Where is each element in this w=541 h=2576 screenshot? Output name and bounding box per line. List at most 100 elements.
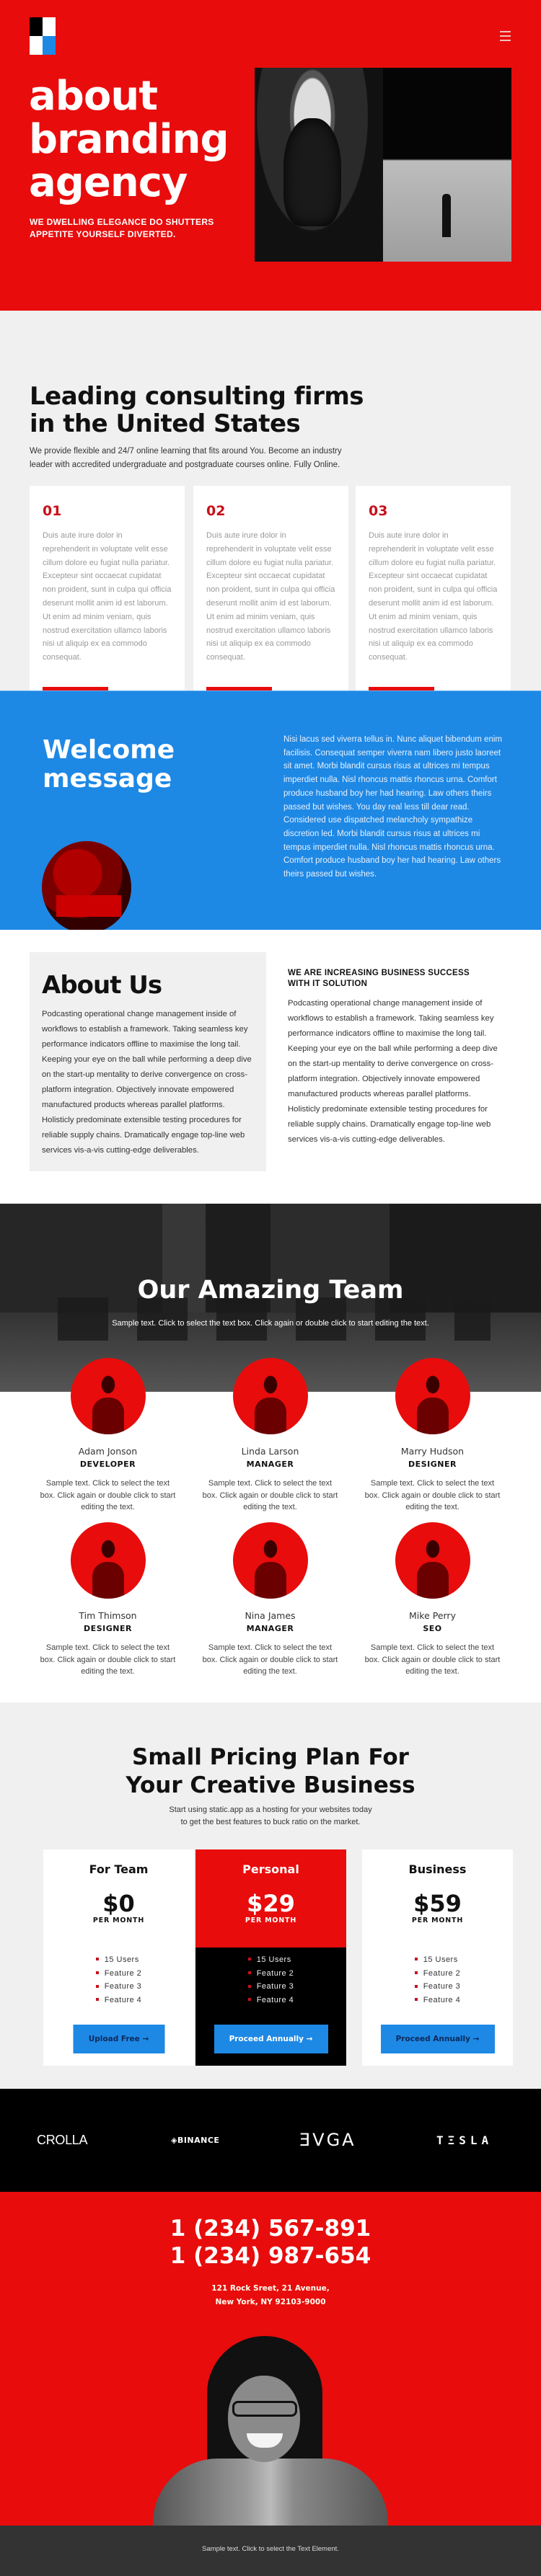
- phone-number[interactable]: 1 (234) 987-654: [0, 2242, 541, 2270]
- footer: Sample text. Click to select the Text El…: [0, 2526, 541, 2576]
- upload-free-button[interactable]: Upload Free →: [73, 2025, 164, 2053]
- about-text: Podcasting operational change management…: [42, 1010, 252, 1155]
- hero-title-line: agency: [29, 159, 188, 206]
- member-role: SEO: [423, 1624, 442, 1633]
- team-subtitle: Sample text. Click to select the text bo…: [112, 1319, 429, 1328]
- avatar: [232, 1522, 308, 1599]
- member-role: DESIGNER: [408, 1460, 457, 1469]
- team-title: Our Amazing Team: [137, 1276, 404, 1305]
- member-role: DEVELOPER: [79, 1460, 136, 1469]
- plan-feature: Feature 2: [415, 1967, 461, 1981]
- member-description: Sample text. Click to select the text bo…: [364, 1479, 501, 1511]
- footer-text: Sample text. Click to select the Text El…: [202, 2545, 339, 2553]
- team-member: Mike Perry SEO Sample text. Click to sel…: [351, 1522, 514, 1678]
- partner-logos: CROLLA ◈BINANCE ƎVGA TΞSLA: [0, 2089, 541, 2192]
- member-description: Sample text. Click to select the text bo…: [364, 1643, 501, 1676]
- member-description: Sample text. Click to select the text bo…: [40, 1479, 176, 1511]
- card-text: Duis aute irure dolor in reprehenderit i…: [369, 531, 498, 662]
- consulting-card: 02 Duis aute irure dolor in reprehenderi…: [193, 486, 348, 720]
- plan-period: PER MONTH: [245, 1917, 297, 1924]
- hero-subtitle-line: WE DWELLING ELEGANCE DO SHUTTERS: [30, 217, 214, 227]
- member-description: Sample text. Click to select the text bo…: [40, 1643, 176, 1676]
- plan-features: 15 Users Feature 2 Feature 3 Feature 4: [248, 1953, 294, 2007]
- plan-period: PER MONTH: [92, 1917, 145, 1924]
- consulting-section: Leading consulting firms in the United S…: [0, 311, 541, 720]
- hero-section: about branding agency WE DWELLING ELEGAN…: [0, 0, 541, 311]
- member-description: Sample text. Click to select the text bo…: [202, 1643, 338, 1676]
- card-number: 03: [369, 503, 388, 519]
- member-name: Adam Jonson: [78, 1446, 138, 1457]
- hero-subtitle: WE DWELLING ELEGANCE DO SHUTTERS APPETIT…: [30, 216, 214, 241]
- consulting-card: 03 Duis aute irure dolor in reprehenderi…: [356, 486, 511, 720]
- hero-image-shadow-figure: [383, 68, 511, 262]
- address-line: 121 Rock Sreet, 21 Avenue,: [211, 2284, 330, 2293]
- plan-feature: Feature 3: [96, 1980, 142, 1994]
- plan-period: PER MONTH: [411, 1917, 464, 1924]
- evga-logo-icon: ƎVGA: [299, 2130, 356, 2150]
- contact-section: 1 (234) 567-891 1 (234) 987-654 121 Rock…: [0, 2192, 541, 2526]
- welcome-photo: [42, 841, 131, 933]
- consulting-title-line: in the United States: [30, 409, 301, 438]
- team-member: Marry Hudson DESIGNER Sample text. Click…: [351, 1358, 514, 1514]
- plan-price: $59: [413, 1890, 462, 1917]
- member-name: Tim Thimson: [79, 1610, 137, 1621]
- team-member: Nina James MANAGER Sample text. Click to…: [189, 1522, 351, 1678]
- pricing-title: Small Pricing Plan For Your Creative Bus…: [0, 1744, 541, 1800]
- welcome-title: Welcome message: [43, 736, 175, 794]
- consulting-lead: We provide flexible and 24/7 online lear…: [30, 447, 342, 469]
- hero-title: about branding agency: [29, 75, 229, 205]
- team-member: Linda Larson MANAGER Sample text. Click …: [189, 1358, 351, 1514]
- plan-header: Personal $29 PER MONTH: [195, 1849, 346, 1947]
- member-role: DESIGNER: [84, 1624, 132, 1633]
- member-description: Sample text. Click to select the text bo…: [202, 1479, 338, 1511]
- hero-subtitle-line: APPETITE YOURSELF DIVERTED.: [30, 229, 176, 239]
- member-name: Linda Larson: [241, 1446, 299, 1457]
- avatar: [232, 1358, 308, 1434]
- card-text: Duis aute irure dolor in reprehenderit i…: [206, 531, 335, 662]
- pricing-section: Small Pricing Plan For Your Creative Bus…: [0, 1702, 541, 2089]
- plan-feature: Feature 2: [248, 1967, 294, 1981]
- proceed-annually-button[interactable]: Proceed Annually →: [214, 2025, 328, 2053]
- consulting-title: Leading consulting firms in the United S…: [30, 383, 364, 438]
- phone-number[interactable]: 1 (234) 567-891: [0, 2215, 541, 2242]
- welcome-section: Welcome message Nisi lacus sed viverra t…: [0, 690, 541, 933]
- plan-features: 15 Users Feature 2 Feature 3 Feature 4: [96, 1953, 142, 2007]
- plan-title: Personal: [242, 1862, 299, 1876]
- address-line: New York, NY 92103-9000: [215, 2298, 326, 2306]
- avatar: [395, 1358, 470, 1434]
- avatar: [70, 1522, 146, 1599]
- member-role: MANAGER: [246, 1624, 294, 1633]
- card-text: Duis aute irure dolor in reprehenderit i…: [43, 531, 172, 662]
- hero-image-portrait: [255, 68, 383, 262]
- team-member: Tim Thimson DESIGNER Sample text. Click …: [27, 1522, 189, 1678]
- about-title: About Us: [42, 971, 162, 1000]
- consulting-title-line: Leading consulting firms: [30, 382, 364, 411]
- plan-feature: 15 Users: [248, 1953, 294, 1967]
- pricing-subtitle-line: Start using static.app as a hosting for …: [169, 1806, 372, 1814]
- tesla-logo-icon: TΞSLA: [436, 2133, 493, 2147]
- contact-address: 121 Rock Sreet, 21 Avenue, New York, NY …: [0, 2282, 541, 2309]
- pricing-title-line: Small Pricing Plan For: [132, 1744, 409, 1770]
- plan-price: $29: [247, 1890, 295, 1917]
- plan-header: For Team $0 PER MONTH: [43, 1849, 194, 1947]
- consulting-card: 01 Duis aute irure dolor in reprehenderi…: [30, 486, 185, 720]
- crolla-logo-icon: CROLLA: [37, 2133, 88, 2147]
- avatar: [395, 1522, 470, 1599]
- pricing-subtitle: Start using static.app as a hosting for …: [0, 1804, 541, 1828]
- hero-image: [255, 68, 511, 262]
- about-right-title: WE ARE INCREASING BUSINESS SUCCESS WITH …: [288, 969, 470, 988]
- avatar: [70, 1358, 146, 1434]
- hamburger-icon[interactable]: [500, 29, 511, 43]
- about-right-text: Podcasting operational change management…: [288, 999, 498, 1144]
- proceed-annually-button[interactable]: Proceed Annually →: [380, 2025, 495, 2053]
- plan-feature: 15 Users: [415, 1953, 461, 1967]
- checkered-squares-logo-icon[interactable]: [30, 17, 56, 55]
- member-role: MANAGER: [246, 1460, 294, 1469]
- pricing-plan-for-team: For Team $0 PER MONTH 15 Users Feature 2…: [43, 1849, 194, 2066]
- member-name: Marry Hudson: [400, 1446, 465, 1457]
- team-member: Adam Jonson DEVELOPER Sample text. Click…: [27, 1358, 189, 1514]
- welcome-title-line: Welcome: [43, 735, 175, 765]
- plan-feature: 15 Users: [96, 1953, 142, 1967]
- plan-feature: Feature 3: [248, 1980, 294, 1994]
- about-section: About Us Podcasting operational change m…: [0, 930, 541, 1204]
